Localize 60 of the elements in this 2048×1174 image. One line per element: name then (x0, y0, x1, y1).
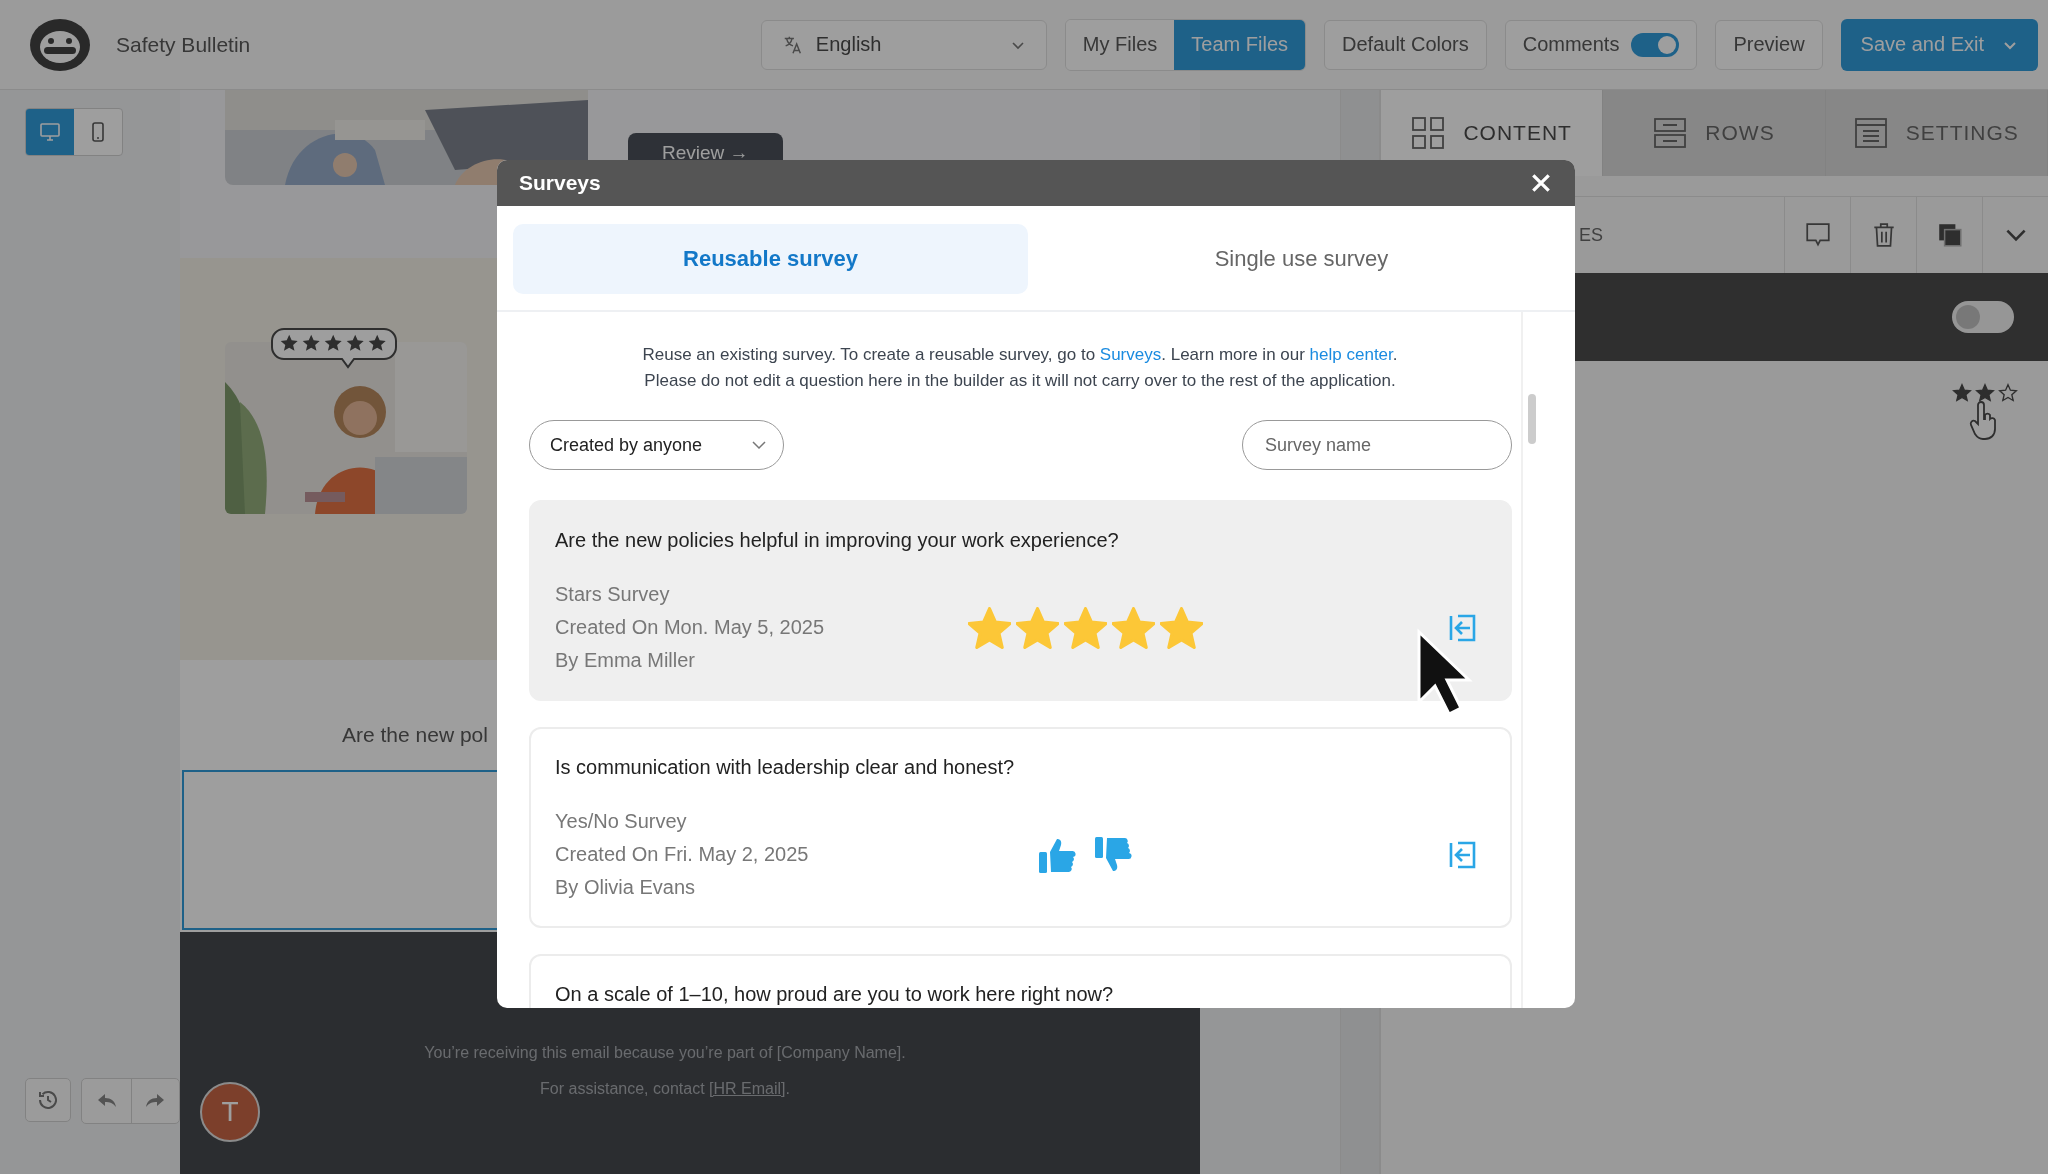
section-label: ES (1578, 224, 1603, 246)
question-text: Are the new pol (342, 722, 488, 748)
close-button[interactable] (1529, 171, 1553, 195)
hand-cursor-icon (1968, 401, 1998, 441)
save-and-exit-button[interactable]: Save and Exit (1840, 18, 2038, 71)
preview-button[interactable]: Preview (1715, 19, 1823, 70)
language-dropdown[interactable]: English (760, 19, 1047, 70)
survey-card[interactable]: Are the new policies helpful in improving your work experience? Stars Survey Created On Mon. May 5, 2025 By Emma Miller (529, 500, 1512, 701)
history-button[interactable] (25, 1078, 72, 1122)
star-icon (1159, 606, 1203, 649)
comments-label: Comments (1522, 33, 1620, 56)
survey-tab[interactable]: Reusable survey (513, 224, 1028, 294)
survey-type: Stars Survey (555, 582, 671, 607)
star-icon (1015, 606, 1059, 649)
survey-card[interactable]: On a scale of 1–10, how proud are you to work here right now? (529, 954, 1512, 1008)
created-date: Created On Mon. May 5, 2025 (555, 615, 826, 640)
insert-icon (1448, 839, 1478, 870)
survey-name-field[interactable]: Survey name (1242, 420, 1512, 470)
grid-icon (1411, 116, 1446, 150)
star-icon (1063, 606, 1107, 649)
star-icon (1998, 383, 2018, 403)
survey-author: By Emma Miller (555, 648, 696, 673)
survey-card[interactable]: Is communication with leadership clear and honest? Yes/No Survey Created On Fri. May 2, 2025 By Olivia Evans (529, 727, 1512, 928)
help-center-link[interactable]: help center (1309, 345, 1393, 364)
survey-question: On a scale of 1–10, how proud are you to work here right now? (555, 982, 1115, 1007)
footer-text: You’re receiving this email because you’re part of [Company Name]. (423, 1044, 907, 1062)
survey-question: Is communication with leadership clear and honest? (555, 755, 1016, 780)
logo-icon (28, 16, 92, 73)
toggle-switch[interactable] (1952, 301, 2014, 333)
intro-text: Reuse an existing survey. To create a reusable survey, go to Surveys. Learn more in our help center. (641, 344, 1399, 366)
panel-tab[interactable]: SETTINGS (1825, 90, 2048, 176)
survey-question: Are the new policies helpful in improving your work experience? (555, 528, 1120, 553)
document-title: Safety Bulletin (116, 32, 251, 57)
monitor-icon (38, 120, 62, 144)
survey-type: Yes/No Survey (555, 809, 688, 834)
file-tab[interactable]: Team Files (1174, 19, 1305, 70)
scrollbar-thumb[interactable] (1528, 394, 1536, 444)
star-icon (1952, 383, 1972, 403)
creator-filter-dropdown[interactable]: Created by anyone (529, 420, 784, 470)
survey-author: By Olivia Evans (555, 875, 697, 900)
rows-icon (1653, 116, 1688, 150)
star-icon (967, 606, 1011, 649)
comment-icon (1803, 221, 1832, 249)
survey-tab[interactable]: Single use survey (1044, 224, 1559, 294)
default-colors-button[interactable]: Default Colors (1324, 19, 1487, 70)
star-icon (1975, 383, 1995, 403)
close-icon (1530, 172, 1552, 194)
star-icon (1111, 606, 1155, 649)
desktop-view-button[interactable] (26, 109, 74, 155)
comments-toggle[interactable] (1631, 32, 1680, 57)
panel-tab[interactable]: ROWS (1603, 90, 1826, 176)
layout-icon (1853, 116, 1888, 150)
created-date: Created On Fri. May 2, 2025 (555, 842, 810, 867)
surveys-link[interactable]: Surveys (1099, 345, 1162, 364)
hr-email-link[interactable]: [HR Email] (709, 1080, 786, 1097)
rating-bubble-icon (270, 326, 398, 370)
contact-text: For assistance, contact [HR Email]. (539, 1080, 791, 1098)
insert-icon (1448, 612, 1478, 643)
dialog-title: Surveys (519, 171, 601, 195)
note-text: Please do not edit a question here in the builder as it will not carry over to the rest of the application. (643, 370, 1397, 392)
